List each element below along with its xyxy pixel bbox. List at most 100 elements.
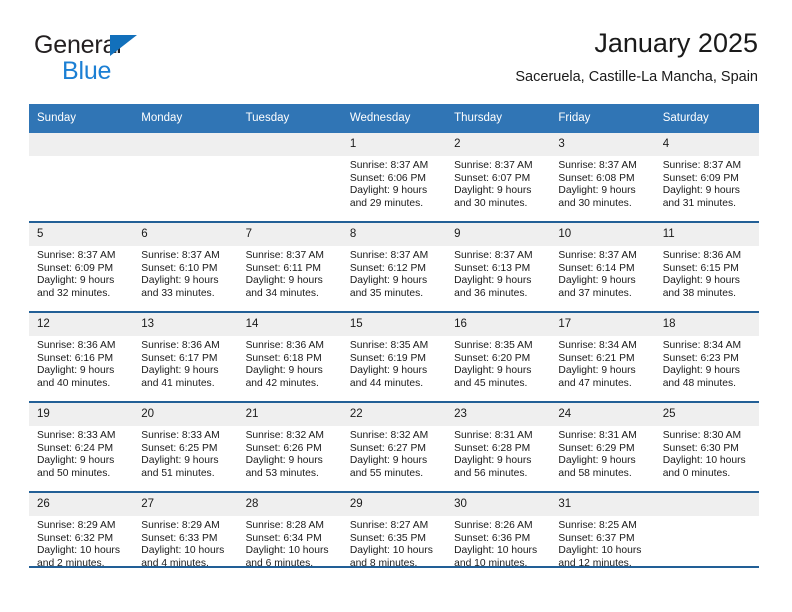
day-daylight1-text: Daylight: 9 hours [662,365,740,377]
day-daylight2-text: and 37 minutes. [558,287,632,299]
day-daylight2-text: and 10 minutes. [454,557,528,569]
general-blue-logo[interactable]: General Blue [34,32,234,88]
day-number [237,133,342,156]
day-sunrise-text: Sunrise: 8:30 AM [662,430,742,441]
day-number: 10 [550,223,655,246]
day-daylight2-text: and 58 minutes. [558,467,632,479]
logo-text-blue: Blue [62,57,112,85]
calendar-day-cell[interactable]: 24 Sunrise: 8:31 AM Sunset: 6:29 PM Dayligh… [550,401,655,492]
calendar-day-cell[interactable]: 11 Sunrise: 8:36 AM Sunset: 6:15 PM Dayligh… [654,221,759,312]
day-daylight1-text: Daylight: 10 hours [349,545,433,557]
day-sunset-text: Sunset: 6:13 PM [454,262,531,274]
day-sunset-text: Sunset: 6:19 PM [349,352,426,364]
calendar-day-cell[interactable]: 6 Sunrise: 8:37 AM Sunset: 6:10 PM Daylight… [133,221,238,312]
day-daylight1-text: Daylight: 9 hours [454,275,532,287]
day-sunrise-text: Sunrise: 8:29 AM [37,520,116,531]
day-sunrise-text: Sunrise: 8:34 AM [558,340,637,351]
day-details: Sunrise: 8:32 AM Sunset: 6:26 PM Daylight:… [238,426,342,480]
day-number: 28 [237,493,342,516]
calendar-day-cell[interactable]: 21 Sunrise: 8:32 AM Sunset: 6:26 PM Dayligh… [237,401,342,492]
day-sunrise-text: Sunrise: 8:36 AM [662,250,742,261]
calendar-day-cell[interactable]: 17 Sunrise: 8:34 AM Sunset: 6:21 PM Dayligh… [550,311,655,402]
calendar-week-row: 19 Sunrise: 8:33 AM Sunset: 6:24 PM Dayligh… [29,401,759,492]
day-daylight1-text: Daylight: 9 hours [558,275,636,287]
day-sunset-text: Sunset: 6:34 PM [245,532,322,544]
day-daylight1-text: Daylight: 10 hours [662,455,746,467]
calendar-day-cell[interactable]: 1 Sunrise: 8:37 AM Sunset: 6:06 PM Daylight… [341,133,447,222]
day-sunrise-text: Sunrise: 8:37 AM [558,160,637,171]
calendar-day-cell[interactable]: 14 Sunrise: 8:36 AM Sunset: 6:18 PM Dayligh… [237,311,342,402]
day-daylight1-text: Daylight: 9 hours [349,275,428,287]
calendar-day-cell[interactable]: 18 Sunrise: 8:34 AM Sunset: 6:23 PM Dayligh… [654,311,759,402]
day-daylight1-text: Daylight: 9 hours [245,365,323,377]
day-sunrise-text: Sunrise: 8:37 AM [245,250,324,261]
day-daylight1-text: Daylight: 9 hours [662,275,740,287]
day-daylight2-text: and 31 minutes. [662,197,736,209]
day-daylight1-text: Daylight: 9 hours [141,275,219,287]
calendar-day-cell[interactable]: 2 Sunrise: 8:37 AM Sunset: 6:07 PM Daylight… [446,133,551,222]
day-sunset-text: Sunset: 6:29 PM [558,442,635,454]
calendar-day-cell[interactable]: 16 Sunrise: 8:35 AM Sunset: 6:20 PM Dayligh… [446,311,551,402]
day-daylight1-text: Daylight: 9 hours [558,455,636,467]
day-sunrise-text: Sunrise: 8:37 AM [558,250,637,261]
day-details: Sunrise: 8:25 AM Sunset: 6:37 PM Daylight:… [550,516,654,570]
day-sunset-text: Sunset: 6:16 PM [37,352,114,364]
calendar-day-cell[interactable]: 10 Sunrise: 8:37 AM Sunset: 6:14 PM Dayligh… [550,221,655,312]
day-sunrise-text: Sunrise: 8:37 AM [454,160,533,171]
calendar-header-row: Sunday Monday Tuesday Wednesday Thursday Frid… [29,104,759,133]
calendar-day-cell[interactable]: 19 Sunrise: 8:33 AM Sunset: 6:24 PM Dayligh… [29,401,134,492]
calendar-day-cell[interactable]: 4 Sunrise: 8:37 AM Sunset: 6:09 PM Daylight… [654,133,759,222]
day-sunset-text: Sunset: 6:12 PM [349,262,426,274]
day-number: 22 [341,403,447,426]
weekday-header-sunday: Sunday [29,104,134,133]
calendar-day-cell[interactable]: 20 Sunrise: 8:33 AM Sunset: 6:25 PM Dayligh… [133,401,238,492]
day-daylight2-text: and 12 minutes. [558,557,632,569]
day-daylight2-text: and 42 minutes. [245,377,319,389]
day-daylight2-text: and 51 minutes. [141,467,215,479]
weekday-header-wednesday: Wednesday [341,104,447,133]
day-number: 16 [446,313,551,336]
day-daylight2-text: and 33 minutes. [141,287,215,299]
weekday-header-friday: Friday [550,104,655,133]
calendar-day-cell[interactable]: 22 Sunrise: 8:32 AM Sunset: 6:27 PM Dayligh… [341,401,447,492]
calendar-day-cell[interactable]: 7 Sunrise: 8:37 AM Sunset: 6:11 PM Daylight… [237,221,342,312]
day-sunrise-text: Sunrise: 8:25 AM [558,520,637,531]
day-sunset-text: Sunset: 6:20 PM [454,352,531,364]
day-details: Sunrise: 8:28 AM Sunset: 6:34 PM Daylight:… [238,516,342,570]
calendar-body: 1 Sunrise: 8:37 AM Sunset: 6:06 PM Daylight… [29,133,759,581]
calendar-day-cell[interactable]: 15 Sunrise: 8:35 AM Sunset: 6:19 PM Dayligh… [341,311,447,402]
day-details: Sunrise: 8:32 AM Sunset: 6:27 PM Daylight:… [342,426,446,480]
day-sunrise-text: Sunrise: 8:32 AM [349,430,429,441]
day-details: Sunrise: 8:37 AM Sunset: 6:07 PM Daylight:… [446,156,550,210]
day-details: Sunrise: 8:30 AM Sunset: 6:30 PM Daylight:… [655,426,759,480]
calendar-day-cell[interactable]: 23 Sunrise: 8:31 AM Sunset: 6:28 PM Dayligh… [446,401,551,492]
day-sunset-text: Sunset: 6:14 PM [558,262,635,274]
day-daylight2-text: and 4 minutes. [141,557,209,569]
day-details: Sunrise: 8:29 AM Sunset: 6:33 PM Daylight:… [133,516,237,570]
day-daylight1-text: Daylight: 9 hours [454,185,532,197]
day-daylight1-text: Daylight: 9 hours [245,275,323,287]
day-daylight2-text: and 34 minutes. [245,287,319,299]
calendar-day-cell[interactable]: 9 Sunrise: 8:37 AM Sunset: 6:13 PM Daylight… [446,221,551,312]
day-daylight2-text: and 47 minutes. [558,377,632,389]
calendar-day-cell[interactable]: 12 Sunrise: 8:36 AM Sunset: 6:16 PM Dayligh… [29,311,134,402]
day-number: 20 [133,403,238,426]
day-number: 12 [29,313,134,336]
calendar-page: General Blue January 2025 Saceruela, Cas… [0,0,792,612]
day-details: Sunrise: 8:35 AM Sunset: 6:19 PM Daylight:… [342,336,446,390]
day-number: 1 [341,133,447,156]
day-daylight1-text: Daylight: 9 hours [349,455,428,467]
calendar-day-cell[interactable]: 13 Sunrise: 8:36 AM Sunset: 6:17 PM Dayligh… [133,311,238,402]
day-details: Sunrise: 8:31 AM Sunset: 6:28 PM Daylight:… [446,426,550,480]
calendar-day-cell[interactable]: 8 Sunrise: 8:37 AM Sunset: 6:12 PM Daylight… [341,221,447,312]
day-sunrise-text: Sunrise: 8:37 AM [37,250,116,261]
day-daylight2-text: and 45 minutes. [454,377,528,389]
day-daylight1-text: Daylight: 9 hours [141,365,219,377]
day-sunrise-text: Sunrise: 8:35 AM [454,340,533,351]
day-sunset-text: Sunset: 6:28 PM [454,442,531,454]
day-daylight2-text: and 36 minutes. [454,287,528,299]
calendar-day-cell[interactable]: 5 Sunrise: 8:37 AM Sunset: 6:09 PM Daylight… [29,221,134,312]
day-sunset-text: Sunset: 6:24 PM [37,442,114,454]
calendar-day-cell[interactable]: 25 Sunrise: 8:30 AM Sunset: 6:30 PM Dayligh… [654,401,759,492]
calendar-day-cell[interactable]: 3 Sunrise: 8:37 AM Sunset: 6:08 PM Daylight… [550,133,655,222]
